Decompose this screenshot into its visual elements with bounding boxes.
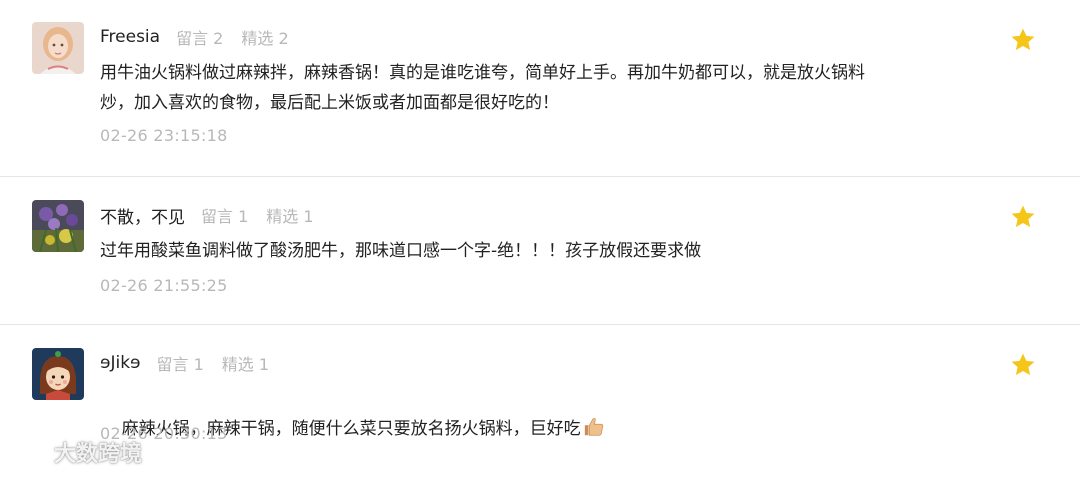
comment-time: 02-26 21:55:25 xyxy=(100,276,228,295)
reply-count: 留言 1 xyxy=(156,355,204,374)
comment-meta: ɘJikɘ 留言 1 精选 1 xyxy=(100,348,287,378)
avatar[interactable] xyxy=(32,348,84,400)
commenter-name[interactable]: ɘJikɘ xyxy=(100,353,141,373)
reply-count: 留言 2 xyxy=(176,29,224,48)
divider xyxy=(0,176,1080,177)
comment-item: ɘJikɘ 留言 1 精选 1 麻辣火锅，麻辣干锅，随便什么菜只要放名扬火锅料，… xyxy=(0,348,1080,458)
reply-count: 留言 1 xyxy=(201,207,249,226)
comment-time: 02-26 23:15:18 xyxy=(100,126,228,145)
watermark-text: 大数跨境 xyxy=(54,442,143,467)
comment-text: 过年用酸菜鱼调料做了酸汤肥牛，那味道口感一个字-绝！！！孩子放假还要求做 xyxy=(100,241,702,261)
featured-count: 精选 2 xyxy=(241,29,289,48)
featured-count: 精选 1 xyxy=(221,355,270,374)
commenter-name[interactable]: 不散，不见 xyxy=(100,203,185,228)
watermark: 大数跨境 xyxy=(10,436,142,468)
watermark-logo-icon xyxy=(12,439,48,464)
featured-count: 精选 1 xyxy=(266,207,314,226)
comment-meta: 不散，不见 留言 1 精选 1 xyxy=(100,200,332,230)
avatar[interactable] xyxy=(32,22,84,74)
avatar[interactable] xyxy=(32,200,84,252)
comment-item: Freesia 留言 2 精选 2 用牛油火锅料做过麻辣拌，麻辣香锅！真的是谁吃… xyxy=(0,22,1080,162)
star-icon[interactable] xyxy=(1009,26,1037,54)
star-icon[interactable] xyxy=(1009,203,1037,231)
comment-text: 用牛油火锅料做过麻辣拌，麻辣香锅！真的是谁吃谁夸，简单好上手。再加牛奶都可以，就… xyxy=(100,63,865,113)
divider xyxy=(0,324,1080,325)
comment-item: 不散，不见 留言 1 精选 1 过年用酸菜鱼调料做了酸汤肥牛，那味道口感一个字-… xyxy=(0,200,1080,310)
thumbs-up-icon xyxy=(583,416,605,448)
commenter-name[interactable]: Freesia xyxy=(100,27,160,47)
comment-meta: Freesia 留言 2 精选 2 xyxy=(100,22,307,52)
star-icon[interactable] xyxy=(1009,351,1037,379)
